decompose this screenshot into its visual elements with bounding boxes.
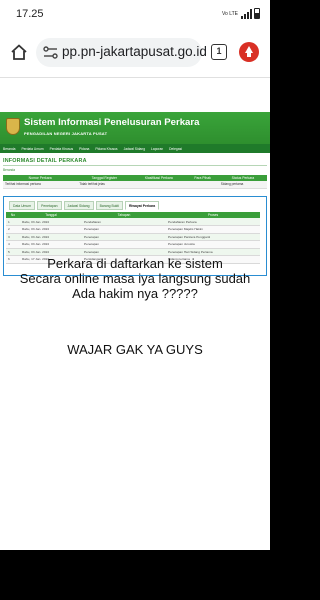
- tab-jadwal-sidang[interactable]: Jadwal Sidang: [63, 201, 94, 210]
- table-cell: Penetapan Jurusita: [166, 240, 260, 249]
- tab-switcher-button[interactable]: 1: [211, 44, 227, 60]
- caption-text: Perkara di daftarkan ke sistem Secara on…: [0, 256, 270, 301]
- table-cell: 3: [6, 233, 20, 241]
- status-icons: Vo LTE: [222, 8, 260, 19]
- table-row: 3 Rabu, 03 Jan. 2024 Penetapan Penetapan Pa…: [6, 233, 260, 241]
- panel-title: INFORMASI DETAIL PERKARA: [3, 158, 87, 164]
- tab-barang-bukti[interactable]: Barang Bukti: [95, 201, 123, 210]
- nav-item[interactable]: Beranda: [3, 147, 15, 151]
- divider: [3, 165, 267, 166]
- site-header: Sistem Informasi Penelusuran Perkara PEN…: [0, 112, 270, 144]
- table-cell: Terlihat informasi perkara: [3, 181, 78, 189]
- status-time: 17.25: [16, 8, 44, 20]
- caption-question: WAJAR GAK YA GUYS: [67, 342, 203, 357]
- nav-item[interactable]: Perdata Khusus: [50, 147, 73, 151]
- url-text[interactable]: pp.pn-jakartapusat.go.id: [62, 44, 207, 59]
- table-cell: Pendaftaran Perkara: [166, 218, 260, 226]
- table-cell: Penetapan Hari Sidang Pertama: [166, 248, 260, 256]
- site-title: Sistem Informasi Penelusuran Perkara: [24, 117, 200, 128]
- caption-line: Ada hakim nya ?????: [72, 286, 198, 301]
- tab-data-umum[interactable]: Data Umum: [9, 201, 36, 210]
- table-cell: Rabu, 03 Jan. 2024: [20, 233, 82, 241]
- breadcrumb[interactable]: Beranda: [3, 168, 15, 172]
- tab-riwayat-perkara[interactable]: Riwayat Perkara: [124, 201, 160, 210]
- table-cell: Penetapan: [82, 233, 166, 241]
- site-subtitle: PENGADILAN NEGERI JAKARTA PUSAT: [24, 131, 108, 136]
- signal-icon: [241, 8, 252, 19]
- nav-item[interactable]: Laporan: [151, 147, 163, 151]
- browser-toolbar: pp.pn-jakartapusat.go.id 1: [0, 28, 270, 78]
- site-nav: Beranda Perdata Umum Perdata Khusus Pida…: [0, 144, 270, 153]
- table-cell: Penetapan: [82, 240, 166, 249]
- caption-line: Secara online masa iya langsung sudah: [19, 271, 251, 286]
- table-cell: Pendaftaran: [82, 218, 166, 226]
- table-row: 1 Rabu, 03 Jan. 2024 Pendaftaran Pendaftara…: [6, 218, 260, 226]
- status-bar: 17.25 Vo LTE: [0, 0, 270, 28]
- table-cell: Sidang pertama: [218, 181, 267, 189]
- caption-line: Perkara di daftarkan ke sistem: [47, 256, 223, 271]
- update-menu-icon[interactable]: [239, 42, 259, 62]
- table-cell: Rabu, 03 Jan. 2024: [20, 240, 82, 249]
- table-cell: 4: [6, 240, 20, 249]
- nav-item[interactable]: Jadwal Sidang: [124, 147, 145, 151]
- table-cell: Rabu, 03 Jan. 2024: [20, 218, 82, 226]
- nav-item[interactable]: Perdata Umum: [21, 147, 43, 151]
- table-cell: Penetapan: [82, 248, 166, 256]
- nav-item[interactable]: Pidana: [79, 147, 89, 151]
- table-cell: Penetapan Panitera Pengganti: [166, 233, 260, 241]
- nav-item[interactable]: Pidana Khusus: [95, 147, 117, 151]
- site-info-icon[interactable]: [42, 44, 59, 61]
- page-content: Sistem Informasi Penelusuran Perkara PEN…: [0, 78, 270, 550]
- navigation-bar: [0, 550, 270, 600]
- table-cell: 5: [6, 248, 20, 256]
- detail-tabs: Data Umum Penetapan Jadwal Sidang Barang…: [9, 201, 160, 210]
- table-row: 4 Rabu, 03 Jan. 2024 Penetapan Penetapan Ju…: [6, 240, 260, 249]
- table-row: 5 Rabu, 03 Jan. 2024 Penetapan Penetapan Ha…: [6, 248, 260, 256]
- network-label: Vo LTE: [221, 10, 238, 17]
- home-icon[interactable]: [10, 43, 28, 61]
- table-cell: [186, 181, 219, 189]
- tab-penetapan[interactable]: Penetapan: [37, 201, 62, 210]
- table-cell: Penetapan: [82, 225, 166, 234]
- table-row: Terlihat informasi perkara Tidak terliha…: [3, 181, 267, 189]
- table-cell: [131, 181, 187, 189]
- table-cell: Penetapan Majelis Hakim: [166, 225, 260, 234]
- table-cell: Rabu, 03 Jan. 2024: [20, 225, 82, 234]
- address-bar[interactable]: pp.pn-jakartapusat.go.id: [36, 38, 207, 67]
- court-logo-icon: [6, 118, 20, 135]
- table-cell: Tidak terlihat jelas: [77, 181, 132, 189]
- table-cell: 2: [6, 225, 20, 234]
- battery-icon: [254, 8, 260, 19]
- table-row: 2 Rabu, 03 Jan. 2024 Penetapan Penetapan Ma…: [6, 225, 260, 234]
- table-cell: Rabu, 03 Jan. 2024: [20, 248, 82, 256]
- case-summary-table: Nomor Perkara Tanggal Register Klasifika…: [3, 175, 267, 189]
- nav-item[interactable]: Delegasi: [169, 147, 182, 151]
- table-cell: 1: [6, 218, 20, 226]
- phone-screen: 17.25 Vo LTE pp.pn-jakartapusat.go.id 1: [0, 0, 270, 600]
